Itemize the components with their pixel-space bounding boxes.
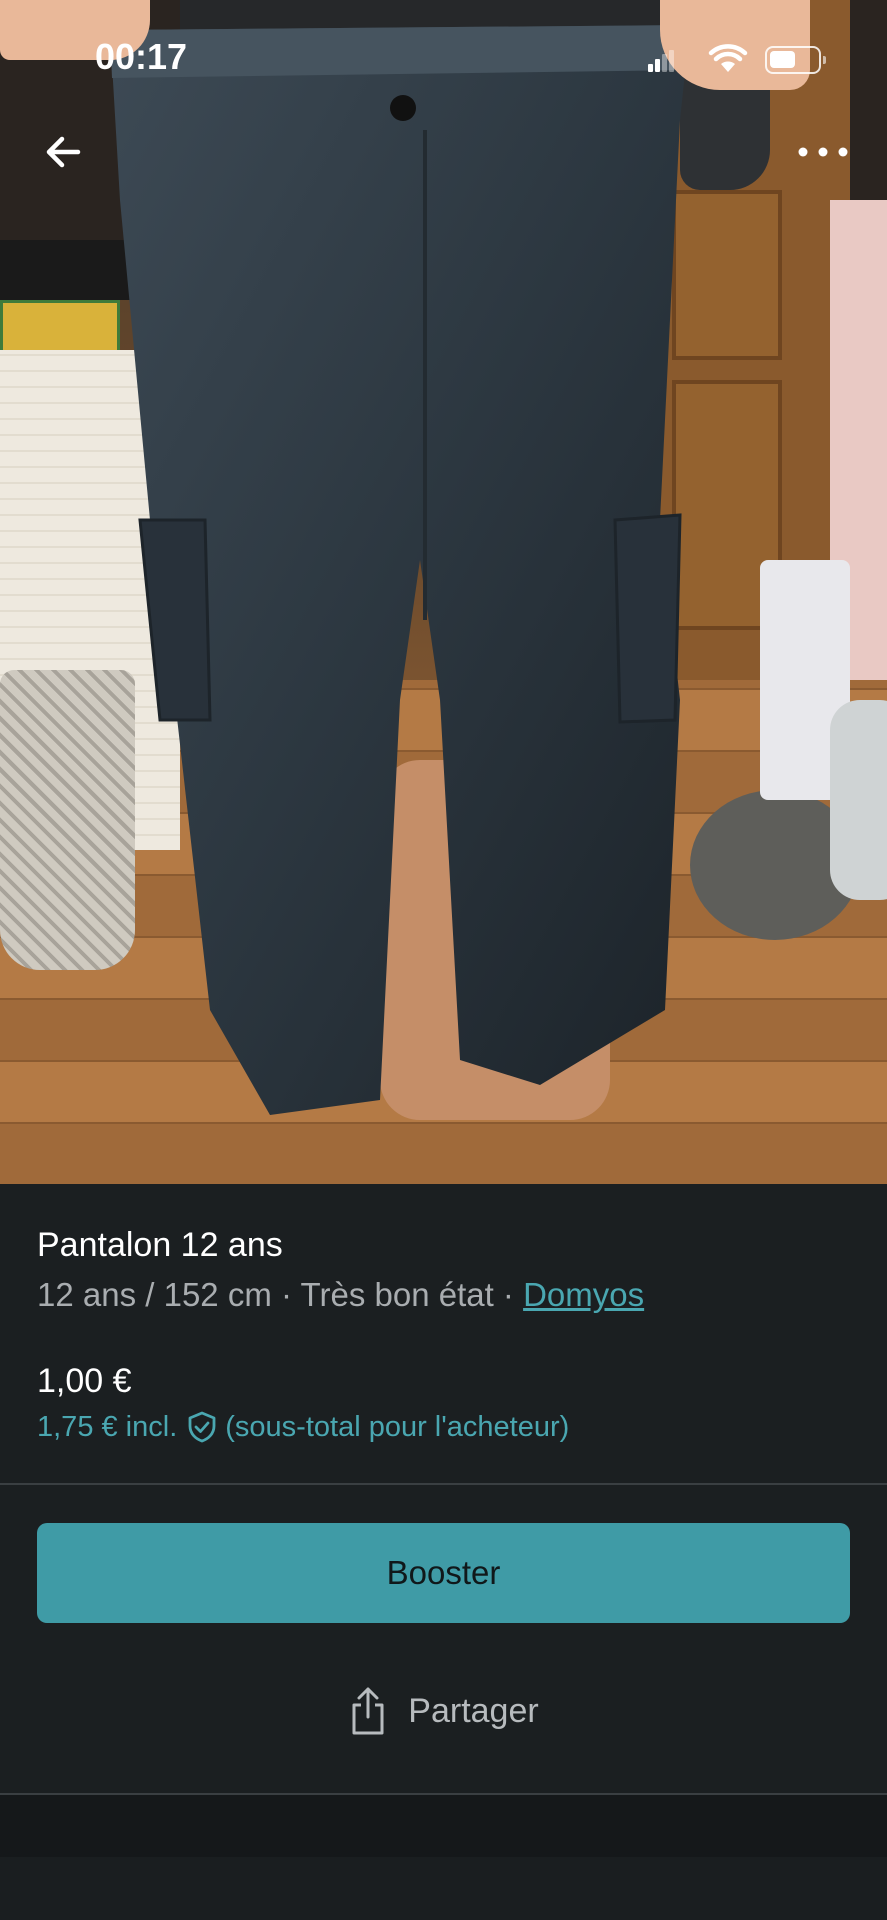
- cellular-signal-icon: [648, 50, 674, 72]
- buyer-protection-price[interactable]: 1,75 € incl. (sous-total pour l'acheteur…: [37, 1410, 569, 1444]
- price-incl-note: (sous-total pour l'acheteur): [225, 1410, 570, 1443]
- item-price: 1,00 €: [37, 1362, 132, 1400]
- item-details: Pantalon 12 ans 12 ans / 152 cm · Très b…: [0, 1184, 887, 1484]
- share-button[interactable]: Partager: [0, 1671, 887, 1751]
- status-bar: 00:17: [0, 0, 887, 120]
- separator: ·: [271, 1276, 301, 1313]
- battery-icon: [765, 46, 826, 74]
- bottom-area: [0, 1795, 887, 1920]
- separator: ·: [493, 1276, 524, 1313]
- actions-panel: Booster Partager: [0, 1485, 887, 1793]
- boost-button[interactable]: Booster: [37, 1523, 850, 1623]
- back-arrow-icon[interactable]: [40, 128, 88, 176]
- photo-pants: [110, 25, 690, 1115]
- share-label: Partager: [408, 1691, 539, 1730]
- item-photo[interactable]: [0, 0, 887, 1184]
- item-attributes: 12 ans / 152 cm · Très bon état · Domyos: [37, 1276, 644, 1314]
- wifi-icon: [708, 44, 748, 72]
- shield-check-icon: [188, 1411, 216, 1443]
- share-icon: [352, 1687, 384, 1735]
- item-size: 12 ans / 152 cm: [37, 1276, 272, 1313]
- status-time: 00:17: [95, 36, 188, 77]
- item-condition: Très bon état: [300, 1276, 494, 1313]
- brand-link[interactable]: Domyos: [523, 1276, 644, 1313]
- item-title: Pantalon 12 ans: [37, 1226, 283, 1264]
- bottom-band: [0, 1857, 887, 1920]
- price-incl: 1,75 € incl.: [37, 1410, 178, 1443]
- more-options-icon[interactable]: [795, 140, 851, 164]
